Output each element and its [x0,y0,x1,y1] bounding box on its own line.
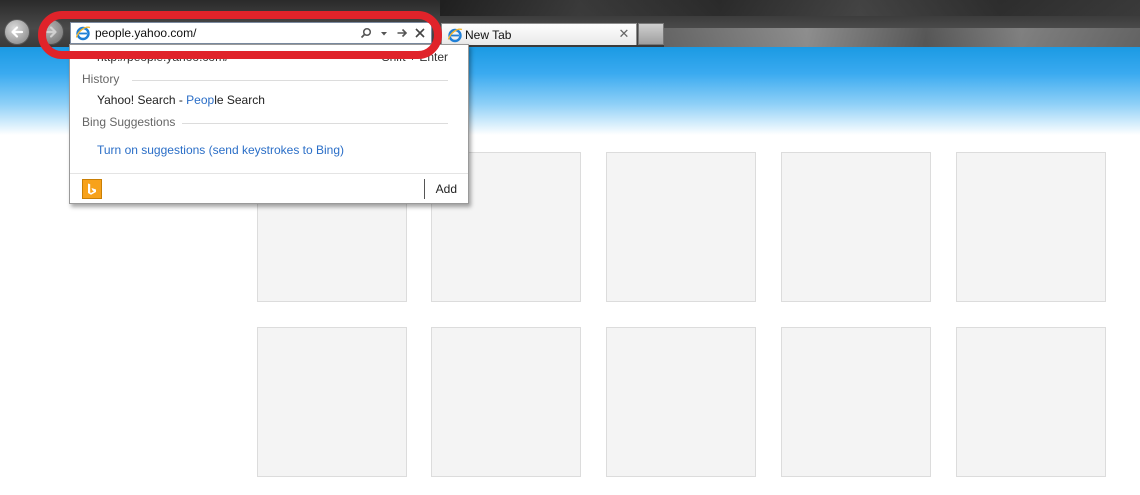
address-autocomplete-dropdown: http://people.yahoo.com/ Shift + Enter H… [69,44,469,204]
history-heading: History [82,72,120,86]
divider [424,179,425,199]
autocomplete-footer: Add [70,173,468,203]
go-arrow-icon[interactable] [395,25,409,41]
ie-logo-icon [75,26,91,41]
frequent-site-tile[interactable] [781,327,931,477]
address-input[interactable] [95,25,355,41]
bing-icon [88,183,96,195]
frequent-site-tile[interactable] [781,152,931,302]
history-item[interactable]: Yahoo! Search - People Search [97,93,265,107]
history-item-match: Peop [186,93,215,107]
add-search-provider-button[interactable]: Add [436,182,457,196]
bing-search-button[interactable] [82,179,102,199]
close-icon[interactable] [413,25,427,41]
turn-on-suggestions-link[interactable]: Turn on suggestions (send keystrokes to … [97,143,344,157]
frequent-site-tile[interactable] [606,152,756,302]
url-shortcut-hint: Shift + Enter [381,50,448,64]
forward-button[interactable] [38,19,64,45]
forward-arrow-icon [44,26,57,38]
frequent-site-tile[interactable] [956,327,1106,477]
history-item-prefix: Yahoo! Search - [97,93,187,107]
address-bar[interactable] [70,22,432,44]
ie-logo-icon [447,28,463,43]
tab-new-tab[interactable]: New Tab ✕ [441,23,637,45]
frequent-site-tile[interactable] [606,327,756,477]
tab-close-icon[interactable]: ✕ [617,27,631,41]
frequent-site-tile[interactable] [257,327,407,477]
back-arrow-icon [11,26,24,38]
frequent-site-tile[interactable] [431,327,581,477]
history-item-suffix: le Search [214,93,265,107]
command-bar [664,28,1140,47]
search-icon[interactable] [359,25,373,41]
new-tab-button[interactable] [638,23,664,45]
divider [182,123,448,124]
divider [132,80,448,81]
frequent-site-tile[interactable] [956,152,1106,302]
browser-toolbar: New Tab ✕ [0,0,1140,47]
dropdown-arrow-icon[interactable] [377,25,391,41]
background-tabs [440,0,1140,16]
tab-label: New Tab [465,28,512,42]
bing-suggestions-heading: Bing Suggestions [82,115,176,129]
url-suggestion[interactable]: http://people.yahoo.com/ [97,50,228,64]
back-button[interactable] [4,19,30,45]
